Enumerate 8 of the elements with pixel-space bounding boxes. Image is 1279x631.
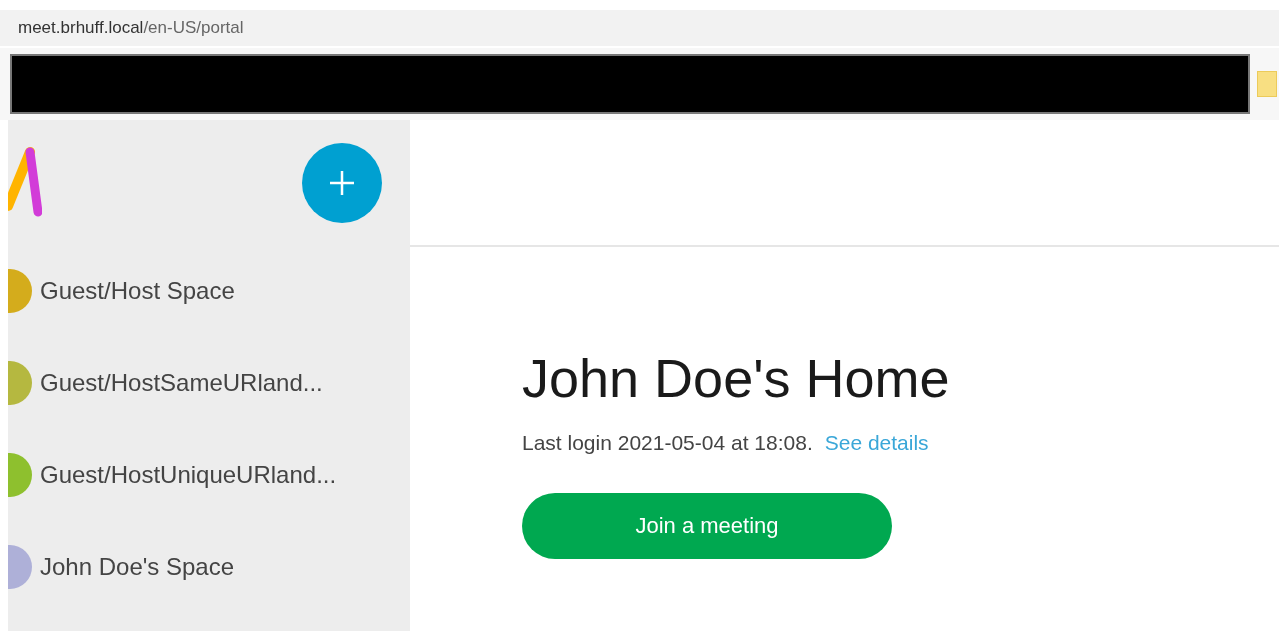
page-title: John Doe's Home xyxy=(522,347,951,409)
space-item[interactable]: John Doe's Space xyxy=(40,553,235,581)
space-item[interactable]: Guest/HostUniqueURland... xyxy=(40,461,337,489)
address-bar[interactable]: meet.brhuff.local/en-US/portal xyxy=(0,10,1279,46)
plus-icon xyxy=(328,168,356,197)
last-login-text: Last login 2021-05-04 at 18:08. xyxy=(522,431,813,455)
space-item[interactable]: Guest/HostSameURland... xyxy=(40,369,323,397)
space-item[interactable]: Guest/Host Space xyxy=(40,277,235,305)
